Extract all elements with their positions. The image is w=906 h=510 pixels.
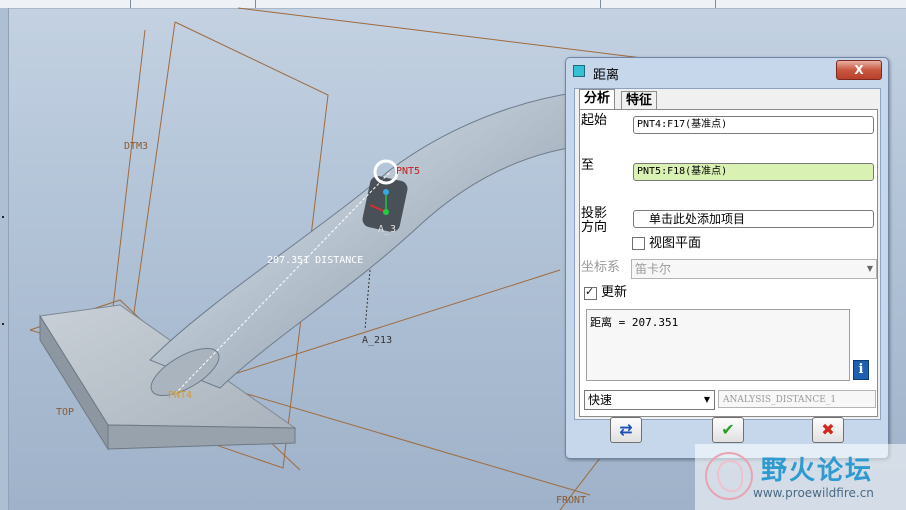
- repeat-button[interactable]: ⇄: [610, 417, 642, 443]
- label-a3: A_3: [378, 224, 396, 235]
- watermark: 野火论坛 www.proewildfire.cn: [695, 444, 906, 510]
- bent-pipe: [149, 91, 591, 397]
- watermark-logo-icon: [705, 452, 753, 500]
- chevron-down-icon: ▼: [703, 395, 710, 404]
- distance-callout: 207.351 DISTANCE: [267, 255, 363, 266]
- update-checkbox[interactable]: [584, 285, 597, 300]
- label-pnt4: PNT4: [168, 390, 192, 401]
- cancel-button[interactable]: ✖: [812, 417, 844, 443]
- coord-system-value: 笛卡尔: [635, 262, 672, 276]
- projection-field[interactable]: 单击此处添加项目: [633, 210, 874, 228]
- checkmark-icon: ✔: [721, 420, 735, 439]
- label-front: FRONT: [556, 495, 586, 506]
- ok-button[interactable]: ✔: [712, 417, 744, 443]
- dialog-title: 距离: [593, 68, 620, 83]
- info-icon[interactable]: i: [853, 360, 869, 380]
- mode-select[interactable]: 快速 ▼: [584, 390, 715, 410]
- refresh-icon: ⇄: [619, 420, 633, 439]
- dialog-app-icon: [573, 65, 585, 77]
- axis-a213-line: [364, 269, 371, 331]
- cross-icon: ✖: [821, 420, 835, 439]
- tab-analysis[interactable]: 分析: [579, 89, 616, 110]
- label-pnt5: PNT5: [396, 166, 420, 177]
- coord-system-label: 坐标系: [581, 260, 621, 275]
- view-plane-label: 视图平面: [649, 236, 702, 251]
- to-label: 至: [581, 158, 595, 173]
- result-textarea[interactable]: 距离 = 207.351: [586, 309, 850, 381]
- dialog-panel: 分析 特征 起始 PNT4:F17(基准点) 至 PNT5:F18(基准点) 投…: [574, 88, 881, 420]
- mode-value: 快速: [588, 393, 613, 407]
- view-plane-checkbox[interactable]: [632, 237, 645, 250]
- from-label: 起始: [581, 113, 608, 128]
- projection-label-line2: 方向: [581, 220, 608, 235]
- watermark-url: www.proewildfire.cn: [753, 486, 874, 500]
- tab-feature[interactable]: 特征: [621, 91, 658, 110]
- watermark-title: 野火论坛: [761, 456, 874, 486]
- label-a213: A_213: [362, 335, 392, 346]
- chevron-down-icon: ▼: [866, 264, 873, 273]
- close-button[interactable]: X: [836, 60, 882, 80]
- projection-label-line1: 投影: [581, 206, 608, 221]
- label-top: TOP: [56, 407, 74, 418]
- distance-dialog: 距离 X 分析 特征 起始 PNT4:F17(基准点) 至 PNT5:F18(基…: [565, 57, 889, 459]
- analysis-name-field[interactable]: ANALYSIS_DISTANCE_1: [718, 390, 876, 408]
- label-dtm3: DTM3: [124, 141, 148, 152]
- coord-system-select[interactable]: 笛卡尔 ▼: [631, 259, 877, 279]
- tab-body-analysis: 起始 PNT4:F17(基准点) 至 PNT5:F18(基准点) 投影 方向 单…: [579, 109, 878, 417]
- result-text: 距离 = 207.351: [590, 316, 679, 329]
- to-field[interactable]: PNT5:F18(基准点): [633, 163, 874, 181]
- dialog-titlebar[interactable]: 距离 X: [566, 58, 888, 84]
- from-field[interactable]: PNT4:F17(基准点): [633, 116, 874, 134]
- update-label: 更新: [601, 285, 628, 300]
